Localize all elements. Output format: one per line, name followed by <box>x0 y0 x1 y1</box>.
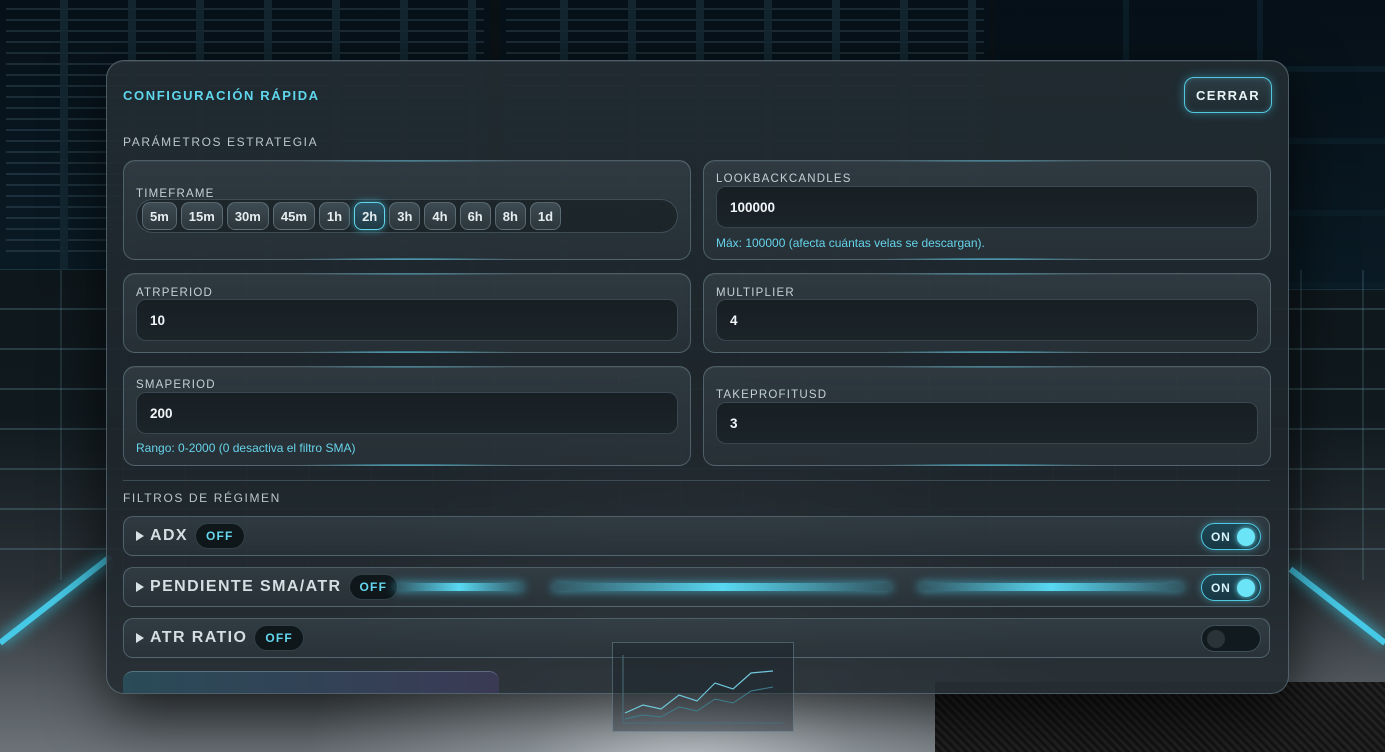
lookback-hint: Máx: 100000 (afecta cuántas velas se des… <box>716 236 985 250</box>
pendiente-toggle[interactable]: ON <box>1201 574 1261 601</box>
toggle-knob <box>1237 579 1255 597</box>
timeframe-option[interactable]: 3h <box>389 202 421 230</box>
timeframe-option[interactable]: 1h <box>318 202 351 230</box>
smaperiod-card: SMAPERIOD 200 Rango: 0-2000 (0 desactiva… <box>123 366 691 466</box>
expand-triangle-icon[interactable] <box>136 582 144 592</box>
timeframe-option[interactable]: 15m <box>180 202 223 230</box>
quick-config-panel: CONFIGURACIÓN RÁPIDA CERRAR PARÁMETROS E… <box>106 60 1289 694</box>
toggle-label: ON <box>1211 530 1231 544</box>
glow-accent <box>552 583 892 591</box>
glow-accent <box>394 583 524 591</box>
takeprofit-card: TAKEPROFITUSD 3 <box>703 366 1271 466</box>
lookback-card: LOOKBACKCANDLES 100000 Máx: 100000 (afec… <box>703 160 1271 260</box>
filter-name: PENDIENTE SMA/ATR <box>150 578 342 595</box>
lookback-label: LOOKBACKCANDLES <box>716 173 852 185</box>
holographic-chart-decoration <box>612 642 794 732</box>
timeframe-option[interactable]: 30m <box>226 202 269 230</box>
multiplier-card: MULTIPLIER 4 <box>703 273 1271 353</box>
expand-triangle-icon[interactable] <box>136 633 144 643</box>
atrperiod-input[interactable]: 10 <box>136 299 678 341</box>
smaperiod-label: SMAPERIOD <box>136 379 216 391</box>
toggle-label: ON <box>1211 581 1231 595</box>
status-badge: OFF <box>194 523 245 549</box>
smaperiod-input[interactable]: 200 <box>136 392 678 434</box>
timeframe-option[interactable]: 5m <box>142 202 177 230</box>
adx-toggle[interactable]: ON <box>1201 523 1261 550</box>
panel-title: CONFIGURACIÓN RÁPIDA <box>123 88 320 103</box>
filter-name: ATR RATIO <box>150 629 248 646</box>
takeprofit-input[interactable]: 3 <box>716 402 1258 444</box>
filter-row-adx[interactable]: ADX OFF ON <box>123 516 1270 556</box>
multiplier-label: MULTIPLIER <box>716 287 795 299</box>
close-button[interactable]: CERRAR <box>1184 77 1272 113</box>
toggle-knob <box>1237 528 1255 546</box>
lookback-input[interactable]: 100000 <box>716 186 1258 228</box>
glow-accent <box>918 583 1184 591</box>
filter-name: ADX <box>150 527 188 544</box>
takeprofit-label: TAKEPROFITUSD <box>716 389 828 401</box>
section-divider <box>123 480 1270 481</box>
atrperiod-card: ATRPERIOD 10 <box>123 273 691 353</box>
multiplier-input[interactable]: 4 <box>716 299 1258 341</box>
timeframe-option[interactable]: 1d <box>529 202 562 230</box>
strategy-section-label: PARÁMETROS ESTRATEGIA <box>123 135 319 149</box>
status-badge: OFF <box>348 574 399 600</box>
timeframe-card: TIMEFRAME 5m 15m 30m 45m 1h 2h 3h 4h 6h … <box>123 160 691 260</box>
status-badge: OFF <box>254 625 304 651</box>
regime-filters-section-label: FILTROS DE RÉGIMEN <box>123 491 281 505</box>
holographic-chart-icon <box>622 655 783 724</box>
timeframe-option-selected[interactable]: 2h <box>354 202 386 230</box>
timeframe-selector: 5m 15m 30m 45m 1h 2h 3h 4h 6h 8h 1d <box>136 199 678 233</box>
filter-row-pendiente-sma-atr[interactable]: PENDIENTE SMA/ATR OFF ON <box>123 567 1270 607</box>
toggle-knob <box>1207 630 1225 648</box>
timeframe-option[interactable]: 6h <box>459 202 491 230</box>
filter-row-partial[interactable] <box>123 671 499 693</box>
expand-triangle-icon[interactable] <box>136 531 144 541</box>
timeframe-option[interactable]: 8h <box>494 202 526 230</box>
atr-ratio-toggle[interactable] <box>1201 625 1261 652</box>
smaperiod-hint: Rango: 0-2000 (0 desactiva el filtro SMA… <box>136 441 356 455</box>
atrperiod-label: ATRPERIOD <box>136 287 214 299</box>
timeframe-option[interactable]: 45m <box>272 202 315 230</box>
timeframe-option[interactable]: 4h <box>424 202 456 230</box>
